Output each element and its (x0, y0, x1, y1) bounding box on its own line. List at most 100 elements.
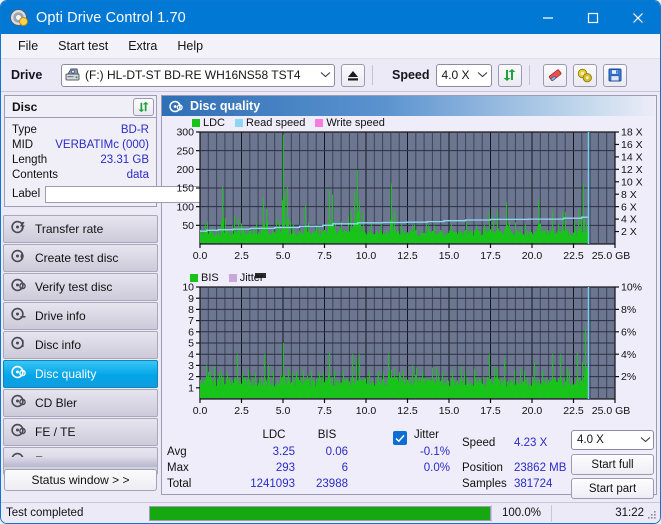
ldc-chart: LDCRead speedWrite speed 501001502002503… (162, 116, 656, 271)
disc-panel-header: Disc (5, 96, 156, 118)
drive-icon (65, 68, 80, 82)
bis-plot: 123456789102%4%6%8%10%0.02.55.07.510.012… (162, 271, 655, 426)
sidebar-item-label: Drive info (35, 309, 86, 323)
title-bar: Opti Drive Control 1.70 (1, 1, 660, 34)
axis-tick-label: 16 X (621, 139, 643, 151)
bis-avg-value: 0.06 (288, 446, 348, 458)
progress-percent: 100.0% (491, 505, 551, 522)
chevron-down-icon[interactable] (638, 435, 652, 446)
axis-tick-label: 9 (188, 293, 194, 305)
axis-tick-label: 4% (621, 349, 636, 361)
menu-extra[interactable]: Extra (119, 36, 166, 56)
chevron-down-icon[interactable] (318, 70, 332, 81)
stats-row-avg: Avg (167, 446, 187, 458)
test-speed-select[interactable]: 4.0 X (571, 430, 654, 450)
legend-label: Read speed (246, 117, 305, 129)
sidebar-item-cd-bler[interactable]: CD Bler (3, 389, 158, 417)
sidebar-item-disc-info[interactable]: Disc info (3, 331, 158, 359)
legend-swatch (315, 119, 323, 127)
sidebar-item-transfer-rate[interactable]: Transfer rate (3, 215, 158, 243)
disc-test-icon (11, 365, 26, 384)
drive-select[interactable]: (F:) HL-DT-ST BD-RE WH16NS58 TST4 (61, 64, 335, 87)
disc-test-icon (11, 220, 26, 239)
maximize-button[interactable] (570, 1, 615, 34)
axis-tick-label: 10.0 (356, 250, 377, 262)
stats-col-bis: BIS (306, 429, 348, 441)
bis-max-value: 6 (288, 462, 348, 474)
start-part-button[interactable]: Start part (571, 478, 654, 499)
sidebar-item-disc-quality[interactable]: Disc quality (3, 360, 158, 388)
axis-tick-label: 17.5 (480, 250, 501, 262)
axis-tick-label: 2% (621, 371, 636, 383)
menu-file[interactable]: File (9, 36, 47, 56)
disc-row-contents: Contents data (5, 167, 156, 182)
samples-label: Samples (462, 478, 507, 490)
settings-button[interactable] (573, 64, 597, 87)
stats-panel: LDC BIS Avg Max Total 3.25 293 1241093 0… (162, 426, 656, 494)
legend-label: Write speed (326, 117, 385, 129)
legend-swatch (190, 274, 198, 282)
resize-grip-icon[interactable] (647, 510, 657, 520)
sidebar-item-fe-te[interactable]: FE / TE (3, 418, 158, 446)
stats-col-ldc: LDC (253, 429, 295, 441)
sidebar-item-verify-test-disc[interactable]: Verify test disc (3, 273, 158, 301)
axis-tick-label: 25.0 GB (592, 250, 631, 262)
sidebar-item-drive-info[interactable]: Drive info (3, 302, 158, 330)
disc-row-value: VERBATIMc (000) (55, 139, 149, 151)
disc-refresh-button[interactable] (133, 98, 154, 116)
sidebar-item-label: Transfer rate (35, 222, 103, 236)
disc-test-icon (11, 394, 26, 413)
axis-tick-label: 7 (188, 315, 194, 327)
axis-tick-label: 15.0 (439, 405, 460, 417)
refresh-button[interactable] (498, 64, 522, 87)
axis-tick-label: 2.5 (234, 250, 249, 262)
app-window: Opti Drive Control 1.70 File Start test … (0, 0, 661, 524)
eject-icon (346, 69, 360, 82)
bis-chart: BISJitter 123456789102%4%6%8%10%0.02.55.… (162, 271, 656, 426)
axis-tick-label: 25.0 GB (592, 405, 631, 417)
axis-tick-label: 14 X (621, 151, 643, 163)
eraser-icon (547, 68, 563, 82)
menu-start-test[interactable]: Start test (49, 36, 117, 56)
speed-select[interactable]: 4.0 X (436, 64, 492, 87)
erase-button[interactable] (543, 64, 567, 87)
disc-row-key: Length (12, 154, 47, 166)
axis-tick-label: 10 X (621, 176, 643, 188)
stats-row-max: Max (167, 462, 189, 474)
disc-row-key: Type (12, 124, 37, 136)
eject-button[interactable] (341, 64, 365, 87)
close-button[interactable] (615, 1, 660, 34)
disc-row-key: Contents (12, 169, 58, 181)
axis-tick-label: 7.5 (317, 405, 332, 417)
start-full-button[interactable]: Start full (571, 454, 654, 475)
axis-tick-label: 1 (188, 382, 194, 394)
axis-tick-label: 20.0 (522, 405, 543, 417)
jitter-avg-value: -0.1% (384, 446, 450, 458)
legend-item: BIS (190, 272, 219, 284)
axis-tick-label: 6 (188, 326, 194, 338)
main-panel-title: Disc quality (190, 99, 260, 113)
disc-row-value: data (127, 169, 149, 181)
axis-tick-label: 12 X (621, 164, 643, 176)
axis-tick-label: 5 (188, 338, 194, 350)
chevron-down-icon[interactable] (476, 70, 490, 81)
menu-help[interactable]: Help (168, 36, 212, 56)
disc-row-mid: MID VERBATIMc (000) (5, 137, 156, 152)
axis-tick-label: 5.0 (276, 405, 291, 417)
disc-row-value: BD-R (121, 124, 149, 136)
axis-tick-label: 3 (188, 360, 194, 372)
axis-tick-label: 150 (176, 183, 194, 195)
sidebar-item-create-test-disc[interactable]: Create test disc (3, 244, 158, 272)
axis-tick-label: 20.0 (522, 250, 543, 262)
legend-swatch (192, 119, 200, 127)
axis-tick-label: 8 (188, 304, 194, 316)
axis-tick-label: 12.5 (397, 250, 418, 262)
axis-tick-label: 6% (621, 326, 636, 338)
axis-tick-label: 4 X (621, 214, 637, 226)
jitter-checkbox[interactable] (393, 431, 407, 445)
app-icon (10, 9, 28, 27)
status-window-button[interactable]: Status window > > (4, 469, 157, 491)
minimize-button[interactable] (525, 1, 570, 34)
disc-panel-title: Disc (12, 100, 133, 114)
save-button[interactable] (603, 64, 627, 87)
